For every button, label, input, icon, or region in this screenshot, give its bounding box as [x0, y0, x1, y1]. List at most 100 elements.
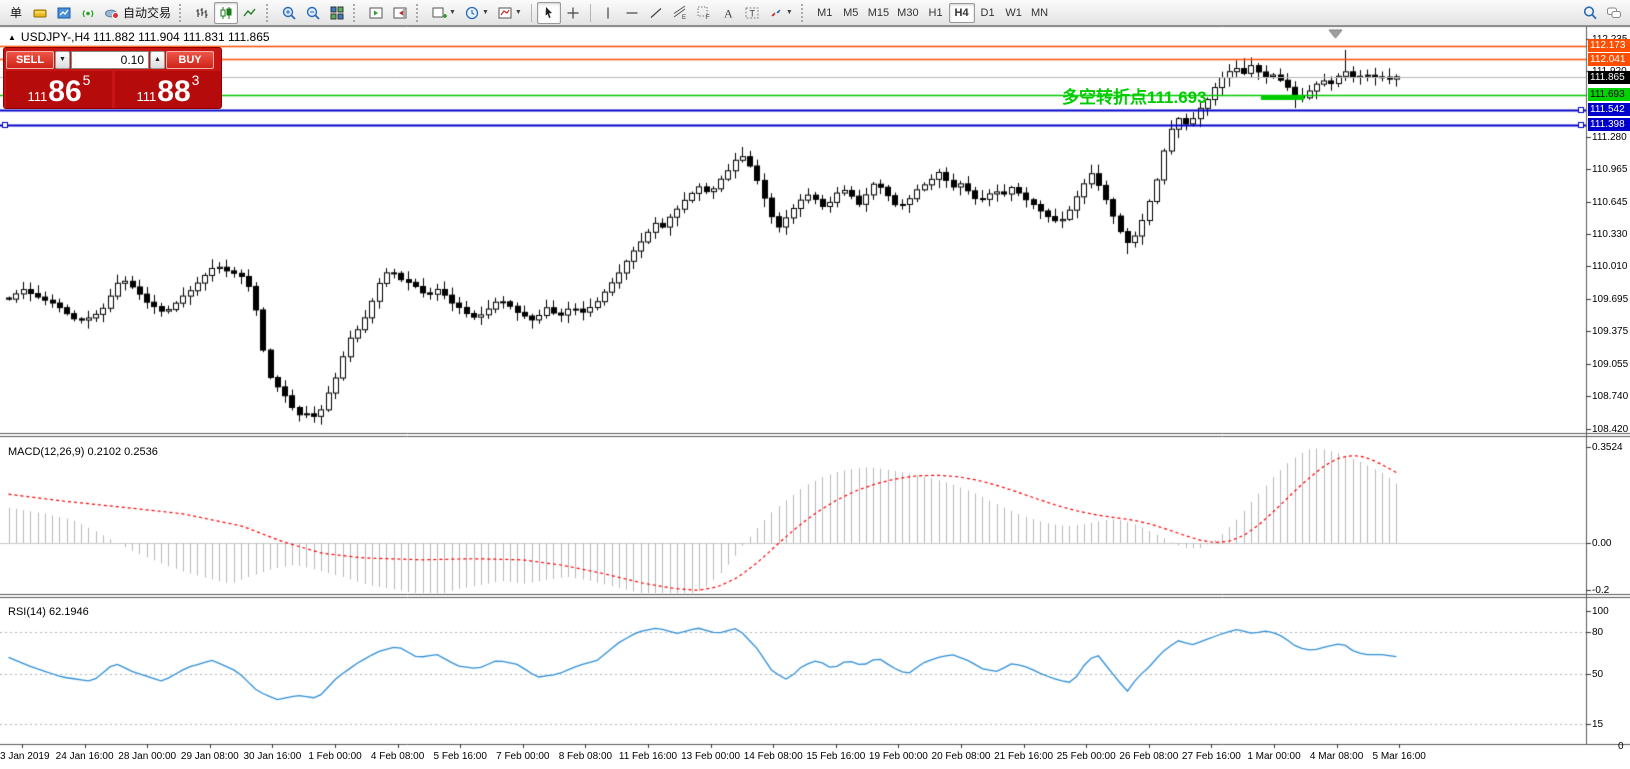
- rsi-axis-tick: 15: [1592, 719, 1603, 730]
- time-axis-label: 20 Feb 08:00: [932, 751, 991, 762]
- new-order-button[interactable]: 单: [4, 2, 28, 24]
- timeframe-w1-button[interactable]: W1: [1001, 3, 1027, 23]
- price-axis-tick: 109.695: [1592, 294, 1628, 305]
- sell-price-big: 86: [48, 78, 81, 106]
- price-chart-canvas[interactable]: [0, 0, 1630, 769]
- hline-support-2[interactable]: [0, 123, 1586, 127]
- chart-shift-icon: [392, 5, 408, 21]
- chart-window-button[interactable]: [52, 2, 76, 24]
- time-axis-label: 5 Feb 16:00: [434, 751, 487, 762]
- price-badge: 111.865: [1588, 71, 1630, 84]
- timeframe-h1-button[interactable]: H1: [923, 3, 949, 23]
- buy-button[interactable]: BUY: [166, 51, 214, 69]
- timeframe-m30-button[interactable]: M30: [893, 3, 922, 23]
- hline-pivot-line[interactable]: [0, 93, 1586, 97]
- line-chart-button[interactable]: [238, 2, 262, 24]
- timeframe-mn-button[interactable]: MN: [1027, 3, 1053, 23]
- trendline-button[interactable]: [644, 2, 668, 24]
- bar-chart-button[interactable]: [190, 2, 214, 24]
- timeframe-m15-button[interactable]: M15: [864, 3, 893, 23]
- dropdown-arrow-icon: ▼: [482, 9, 489, 16]
- sell-price-handle: 111: [28, 90, 48, 103]
- arrows-button[interactable]: ▼: [764, 2, 797, 24]
- macd-axis-tick: 0.3524: [1592, 442, 1623, 453]
- macd-axis-tick: 0.00: [1592, 538, 1611, 549]
- chat-button[interactable]: [1602, 2, 1626, 24]
- price-axis-tick: 108.420: [1592, 424, 1628, 435]
- timeframe-h4-button[interactable]: H4: [949, 3, 975, 23]
- cursor-icon: [541, 5, 557, 21]
- lot-size-input[interactable]: [71, 51, 149, 69]
- signals-button[interactable]: [76, 2, 100, 24]
- vertical-line-button[interactable]: [596, 2, 620, 24]
- collapse-panel-icon[interactable]: ▲: [8, 33, 16, 42]
- rsi-axis-tick: 100: [1592, 606, 1609, 617]
- periods-button[interactable]: ▼: [460, 2, 493, 24]
- time-axis-label: 15 Feb 16:00: [806, 751, 865, 762]
- label-button[interactable]: T: [740, 2, 764, 24]
- cursor-button[interactable]: [537, 2, 561, 24]
- timeframe-d1-button[interactable]: D1: [975, 3, 1001, 23]
- toolbar-separator: [590, 4, 591, 22]
- candlestick-icon: [218, 5, 234, 21]
- hline-support-1[interactable]: [0, 108, 1586, 112]
- hline-resistance-1[interactable]: [0, 44, 1586, 48]
- chart-shift-button[interactable]: [388, 2, 412, 24]
- search-button[interactable]: [1578, 2, 1602, 24]
- timeframe-m1-button[interactable]: M1: [812, 3, 838, 23]
- hline-bid-line[interactable]: [0, 75, 1586, 79]
- price-badge: 111.398: [1588, 118, 1630, 131]
- candlestick-button[interactable]: [214, 2, 238, 24]
- tile-windows-button[interactable]: [325, 2, 349, 24]
- dropdown-arrow-icon: ▼: [515, 9, 522, 16]
- crosshair-button[interactable]: [561, 2, 585, 24]
- arrows-icon: [768, 5, 784, 21]
- price-axis-tick: 108.740: [1592, 391, 1628, 402]
- sell-price-pip: 5: [83, 73, 91, 87]
- toolbar-grip: [353, 4, 360, 22]
- time-axis-label: 19 Feb 00:00: [869, 751, 928, 762]
- price-badge: 111.693: [1588, 88, 1630, 101]
- timeframe-m5-button[interactable]: M5: [838, 3, 864, 23]
- market-watch-button[interactable]: [28, 2, 52, 24]
- rsi-axis-tick: 80: [1592, 627, 1603, 638]
- rsi-axis-tick: 50: [1592, 669, 1603, 680]
- price-badge: 112.041: [1588, 53, 1630, 66]
- trade-panel-prices: 111 86 5 111 88 3: [6, 71, 221, 108]
- trade-panel-row: SELL ▼ ▲ BUY: [4, 50, 221, 69]
- new-chart-button[interactable]: ▼: [427, 2, 460, 24]
- channels-button[interactable]: F: [692, 2, 716, 24]
- toolbar-separator: [531, 4, 532, 22]
- fibonacci-button[interactable]: E: [668, 2, 692, 24]
- time-axis-label: 1 Feb 00:00: [308, 751, 361, 762]
- autotrade-button[interactable]: 自动交易: [100, 2, 175, 24]
- pivot-annotation[interactable]: 多空转折点111.693: [1062, 83, 1207, 108]
- lot-increase-button[interactable]: ▲: [150, 51, 165, 69]
- sell-button[interactable]: SELL: [6, 51, 54, 69]
- rsi-indicator-label: RSI(14) 62.1946: [8, 606, 89, 618]
- time-axis-label: 5 Mar 16:00: [1373, 751, 1426, 762]
- svg-text:E: E: [682, 15, 686, 21]
- main-toolbar: 单自动交易▼▼▼EFAT▼M1M5M15M30H1H4D1W1MN: [0, 0, 1630, 26]
- horizontal-line-button[interactable]: [620, 2, 644, 24]
- time-axis-label: 27 Feb 16:00: [1182, 751, 1241, 762]
- hline-resistance-2[interactable]: [0, 57, 1586, 61]
- buy-price-pip: 3: [192, 73, 200, 87]
- market-watch-icon: [32, 5, 48, 21]
- auto-scroll-button[interactable]: [364, 2, 388, 24]
- lot-decrease-button[interactable]: ▼: [55, 51, 70, 69]
- dropdown-arrow-icon: ▼: [449, 9, 456, 16]
- time-axis-label: 21 Feb 16:00: [994, 751, 1053, 762]
- price-axis-tick: 109.055: [1592, 359, 1628, 370]
- channels-icon: F: [696, 5, 712, 21]
- zoom-in-button[interactable]: [277, 2, 301, 24]
- sell-price[interactable]: 111 86 5: [6, 71, 112, 108]
- templates-button[interactable]: ▼: [493, 2, 526, 24]
- toolbar-grip: [416, 4, 423, 22]
- buy-price[interactable]: 111 88 3: [115, 71, 221, 108]
- chart-title: ▲USDJPY-,H4 111.882 111.904 111.831 111.…: [8, 30, 270, 44]
- trendline-icon: [648, 5, 664, 21]
- zoom-out-button[interactable]: [301, 2, 325, 24]
- text-button[interactable]: A: [716, 2, 740, 24]
- new-chart-icon: [431, 5, 447, 21]
